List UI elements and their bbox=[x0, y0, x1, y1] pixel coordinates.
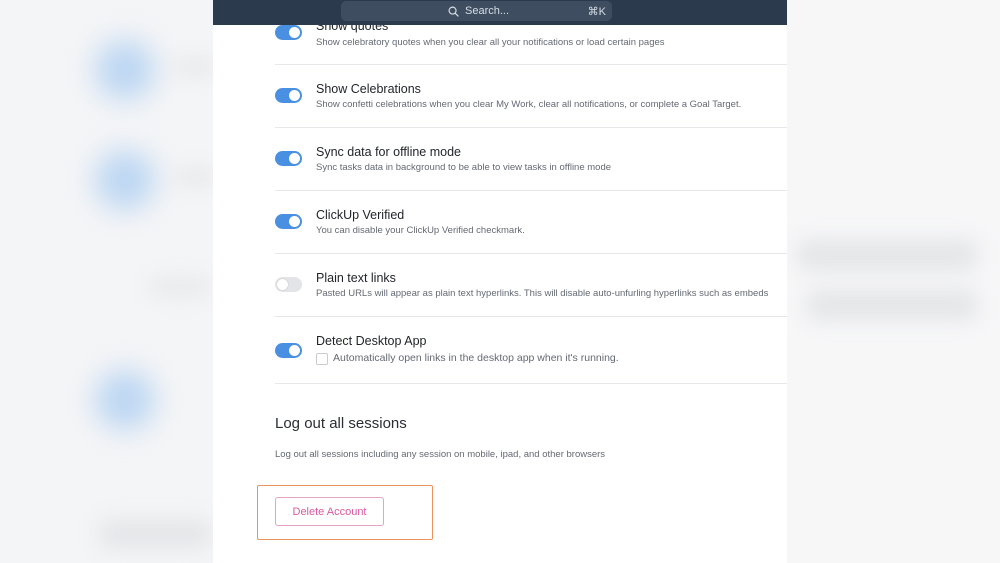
search-bar[interactable]: Search... ⌘K bbox=[341, 1, 612, 21]
logout-section-description: Log out all sessions including any sessi… bbox=[275, 449, 606, 460]
show-quotes-toggle[interactable] bbox=[275, 25, 302, 40]
setting-title: ClickUp Verified bbox=[316, 208, 405, 222]
setting-description: You can disable your ClickUp Verified ch… bbox=[316, 225, 525, 236]
setting-description: Show confetti celebrations when you clea… bbox=[316, 99, 742, 110]
setting-title: Show Celebrations bbox=[316, 82, 421, 96]
show-celebrations-toggle[interactable] bbox=[275, 88, 302, 103]
detect-desktop-app-toggle[interactable] bbox=[275, 343, 302, 358]
background-left bbox=[0, 0, 213, 563]
background-right bbox=[787, 0, 1000, 563]
setting-description: Show celebratory quotes when you clear a… bbox=[316, 37, 665, 48]
search-icon bbox=[448, 6, 459, 17]
plain-text-links-toggle[interactable] bbox=[275, 277, 302, 292]
setting-title: Detect Desktop App bbox=[316, 334, 427, 348]
setting-plain-text-links: Plain text links Pasted URLs will appear… bbox=[275, 253, 787, 317]
logout-section-title: Log out all sessions bbox=[275, 415, 407, 432]
settings-panel: Show quotes Show celebratory quotes when… bbox=[213, 25, 787, 563]
setting-title: Plain text links bbox=[316, 271, 396, 285]
open-in-desktop-checkbox[interactable] bbox=[316, 353, 328, 365]
setting-description: Sync tasks data in background to be able… bbox=[316, 162, 612, 173]
search-label: Search... bbox=[465, 5, 510, 17]
setting-description: Pasted URLs will appear as plain text hy… bbox=[316, 288, 769, 299]
top-bar: Search... ⌘K bbox=[213, 0, 787, 25]
setting-sync-offline: Sync data for offline mode Sync tasks da… bbox=[275, 127, 787, 191]
setting-title: Show quotes bbox=[316, 25, 389, 33]
delete-account-button[interactable]: Delete Account bbox=[275, 497, 384, 526]
setting-title: Sync data for offline mode bbox=[316, 145, 461, 159]
setting-show-quotes: Show quotes Show celebratory quotes when… bbox=[275, 25, 787, 65]
search-shortcut: ⌘K bbox=[587, 6, 606, 18]
setting-clickup-verified: ClickUp Verified You can disable your Cl… bbox=[275, 190, 787, 254]
sync-offline-toggle[interactable] bbox=[275, 151, 302, 166]
clickup-verified-toggle[interactable] bbox=[275, 214, 302, 229]
setting-detect-desktop-app: Detect Desktop App Automatically open li… bbox=[275, 316, 787, 384]
setting-show-celebrations: Show Celebrations Show confetti celebrat… bbox=[275, 64, 787, 128]
checkbox-label: Automatically open links in the desktop … bbox=[333, 352, 619, 364]
